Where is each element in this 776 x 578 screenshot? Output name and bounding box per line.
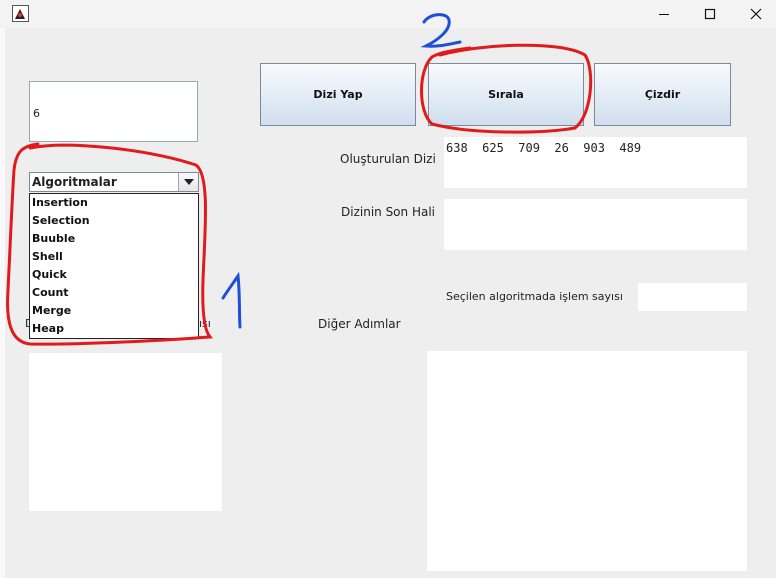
other-steps-label: Diğer Adımlar [318, 317, 401, 331]
title-bar [0, 0, 776, 28]
draw-button[interactable]: Çizdir [594, 63, 731, 126]
left-output-area[interactable] [29, 353, 222, 511]
algorithm-option[interactable]: Buuble [30, 230, 198, 248]
java-duke-icon [12, 5, 29, 22]
maximize-button[interactable] [690, 0, 730, 28]
window-left-edge [0, 28, 5, 578]
algorithm-option[interactable]: Count [30, 284, 198, 302]
created-array-field[interactable]: 638 625 709 26 903 489 [444, 137, 747, 188]
sort-button[interactable]: Sırala [428, 63, 584, 126]
algorithm-option[interactable]: Shell [30, 248, 198, 266]
algorithm-option[interactable]: Quick [30, 266, 198, 284]
algorithm-option[interactable]: Insertion [30, 194, 198, 212]
array-size-input[interactable]: 6 [29, 81, 198, 142]
close-button[interactable] [736, 0, 776, 28]
other-steps-area[interactable] [427, 351, 747, 571]
create-array-button[interactable]: Dizi Yap [260, 63, 416, 126]
minimize-icon [659, 14, 669, 15]
algorithm-combo-selected: Algoritmalar [32, 175, 117, 189]
array-size-value: 6 [33, 107, 40, 120]
close-icon [750, 8, 762, 20]
final-array-label: Dizinin Son Hali [341, 205, 435, 219]
op-count-field[interactable] [638, 283, 747, 311]
algorithm-option[interactable]: Merge [30, 302, 198, 320]
minimize-button[interactable] [644, 0, 684, 28]
op-count-label: Seçilen algoritmada işlem sayısı [446, 290, 623, 303]
algorithm-dropdown-list: Insertion Selection Buuble Shell Quick C… [29, 193, 199, 339]
maximize-icon [704, 8, 716, 20]
created-array-label: Oluşturulan Dizi [340, 152, 436, 166]
algorithm-option[interactable]: Selection [30, 212, 198, 230]
created-array-value: 638 625 709 26 903 489 [446, 141, 642, 155]
hidden-right-label: ısı [199, 317, 211, 330]
final-array-field[interactable] [444, 199, 747, 250]
algorithm-combo[interactable]: Algoritmalar [29, 172, 199, 192]
chevron-down-icon [183, 179, 194, 185]
algorithm-option[interactable]: Heap [30, 320, 198, 338]
combo-dropdown-button[interactable] [178, 173, 198, 191]
